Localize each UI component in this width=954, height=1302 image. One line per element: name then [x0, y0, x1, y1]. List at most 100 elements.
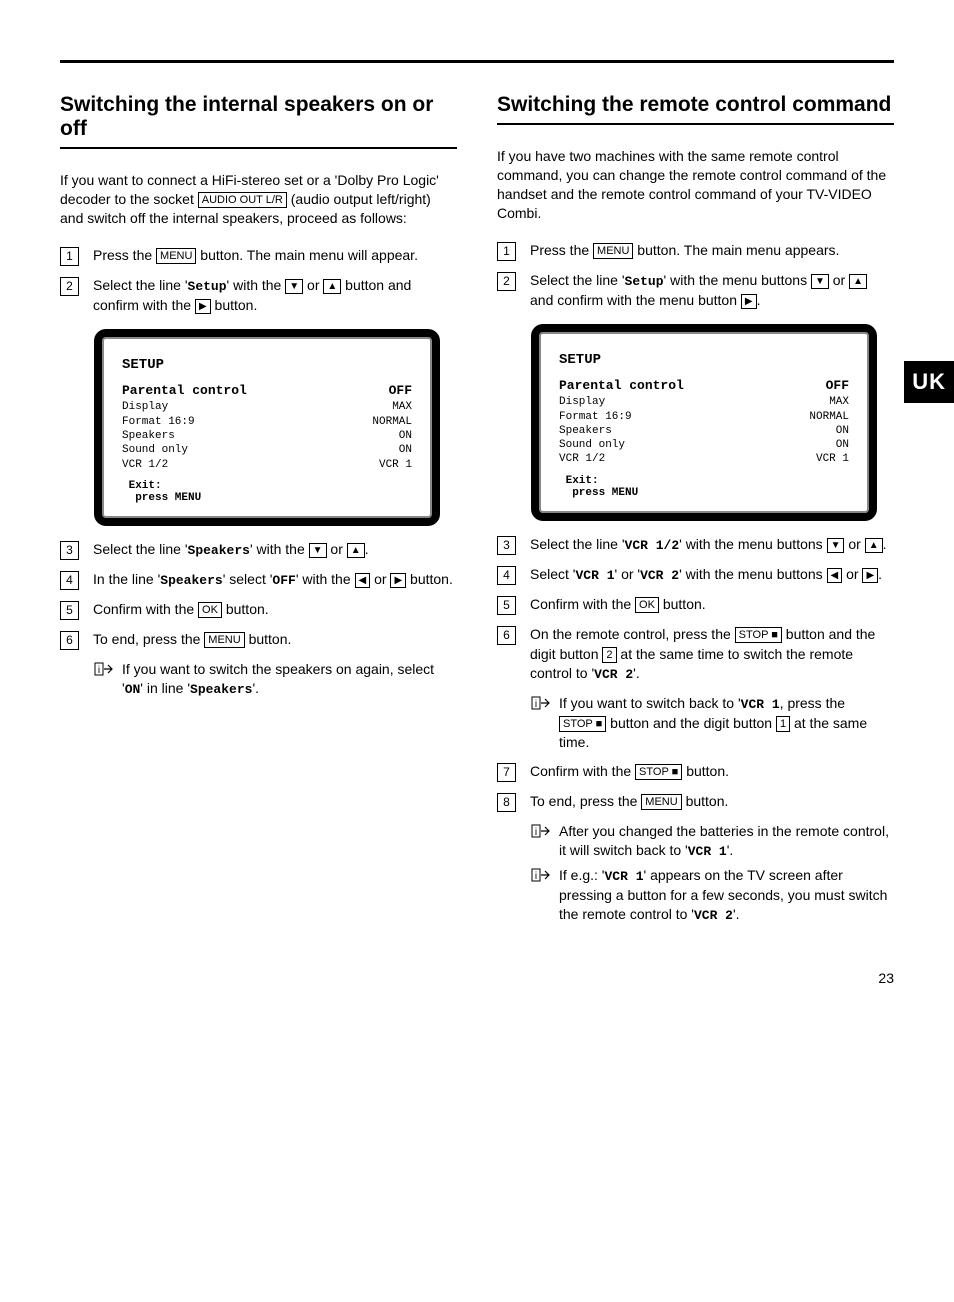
tip-text: If you want to switch back to 'VCR 1, pr…	[559, 694, 894, 751]
text: ' in line '	[140, 680, 190, 696]
step-number: 1	[497, 242, 516, 261]
text: In the line '	[93, 571, 160, 587]
down-arrow-icon: ▼	[811, 274, 829, 289]
label: Format 16:9	[559, 410, 632, 424]
step-text: Press the MENU button. The main menu app…	[530, 241, 839, 261]
tip: i After you changed the batteries in the…	[531, 822, 894, 860]
step-text: Confirm with the STOP ■ button.	[530, 762, 729, 782]
right-column: UK Switching the remote control command …	[497, 93, 894, 930]
right-arrow-icon: ▶	[741, 294, 757, 309]
text: button.	[222, 601, 269, 617]
step-number: 2	[60, 277, 79, 296]
mono: VCR 1	[575, 568, 614, 583]
step-3: 3 Select the line 'Speakers' with the ▼ …	[60, 540, 457, 560]
left-intro: If you want to connect a HiFi-stereo set…	[60, 171, 457, 228]
step-number: 6	[60, 631, 79, 650]
step-number: 2	[497, 272, 516, 291]
left-arrow-icon: ◀	[355, 573, 371, 588]
up-arrow-icon: ▲	[323, 279, 341, 294]
screen-row: DisplayMAX	[122, 400, 412, 414]
value: VCR 1	[379, 458, 412, 472]
text: button. The main menu appears.	[633, 242, 839, 258]
text: button.	[245, 631, 292, 647]
right-heading: Switching the remote control command	[497, 93, 894, 125]
label: Parental control	[559, 378, 684, 395]
text: '.	[727, 842, 734, 858]
text: Select the line '	[530, 272, 625, 288]
text: Confirm with the	[530, 763, 635, 779]
step-text: Select 'VCR 1' or 'VCR 2' with the menu …	[530, 565, 882, 585]
value: ON	[399, 429, 412, 443]
text: and confirm with the menu button	[530, 292, 741, 308]
mono: VCR 2	[594, 667, 633, 682]
text: ' with the	[250, 541, 309, 557]
audio-out-key: AUDIO OUT L/R	[198, 192, 287, 208]
value: ON	[836, 438, 849, 452]
two-column-layout: Switching the internal speakers on or of…	[60, 93, 894, 930]
text: button.	[659, 596, 706, 612]
mono: Speakers	[160, 573, 222, 588]
screen-row: Format 16:9 NORMAL	[559, 410, 849, 424]
text: Press the	[530, 242, 593, 258]
mono: ON	[125, 682, 141, 697]
step-number: 4	[497, 566, 516, 585]
setup-screen-right: SETUP Parental controlOFF DisplayMAX For…	[531, 324, 877, 520]
info-arrow-icon: i	[531, 824, 551, 838]
text: ' select '	[223, 571, 273, 587]
value: NORMAL	[372, 415, 412, 429]
screen-row: VCR 1/2VCR 1	[559, 452, 849, 466]
text: If e.g.: '	[559, 867, 604, 883]
text: On the remote control, press the	[530, 626, 735, 642]
text: .	[757, 292, 761, 308]
screen-row: SpeakersON	[122, 429, 412, 443]
step-number: 1	[60, 247, 79, 266]
step-text: To end, press the MENU button.	[93, 630, 291, 650]
step-text: On the remote control, press the STOP ■ …	[530, 625, 894, 684]
step-number: 3	[60, 541, 79, 560]
digit-key: 1	[776, 716, 790, 732]
mono: OFF	[272, 573, 295, 588]
step-text: Press the MENU button. The main menu wil…	[93, 246, 418, 266]
tip-text: If you want to switch the speakers on ag…	[122, 660, 457, 698]
step-6: 6 To end, press the MENU button.	[60, 630, 457, 650]
step-2: 2 Select the line 'Setup' with the menu …	[497, 271, 894, 311]
mono: VCR 1	[604, 869, 643, 884]
value: NORMAL	[809, 410, 849, 424]
value: MAX	[392, 400, 412, 414]
step-number: 7	[497, 763, 516, 782]
language-tab: UK	[904, 361, 954, 403]
text: To end, press the	[530, 793, 641, 809]
ok-key: OK	[198, 602, 222, 618]
value: ON	[836, 424, 849, 438]
menu-key: MENU	[156, 248, 196, 264]
text: Select the line '	[93, 541, 188, 557]
text: or	[327, 541, 347, 557]
down-arrow-icon: ▼	[309, 543, 327, 558]
menu-key: MENU	[593, 243, 633, 259]
step-4: 4 Select 'VCR 1' or 'VCR 2' with the men…	[497, 565, 894, 585]
step-number: 4	[60, 571, 79, 590]
svg-text:i: i	[535, 699, 537, 710]
screen-row: Parental controlOFF	[122, 383, 412, 400]
tip-text: After you changed the batteries in the r…	[559, 822, 894, 860]
text: press MENU	[572, 487, 638, 499]
mono: VCR 1	[688, 844, 727, 859]
mono: VCR 2	[640, 568, 679, 583]
info-arrow-icon: i	[531, 868, 551, 882]
text: button.	[211, 297, 258, 313]
step-3: 3 Select the line 'VCR 1/2' with the men…	[497, 535, 894, 555]
screen-row: Sound onlyON	[559, 438, 849, 452]
stop-key: STOP ■	[559, 716, 606, 732]
text: Exit:	[129, 480, 162, 492]
mono: VCR 2	[694, 908, 733, 923]
label: Sound only	[122, 443, 188, 457]
page-number: 23	[60, 970, 894, 986]
svg-text:i: i	[535, 871, 537, 882]
text: ' with the	[227, 277, 286, 293]
value: ON	[399, 443, 412, 457]
text: Confirm with the	[530, 596, 635, 612]
ok-key: OK	[635, 597, 659, 613]
step-text: To end, press the MENU button.	[530, 792, 728, 812]
svg-text:i: i	[98, 665, 100, 676]
up-arrow-icon: ▲	[347, 543, 365, 558]
